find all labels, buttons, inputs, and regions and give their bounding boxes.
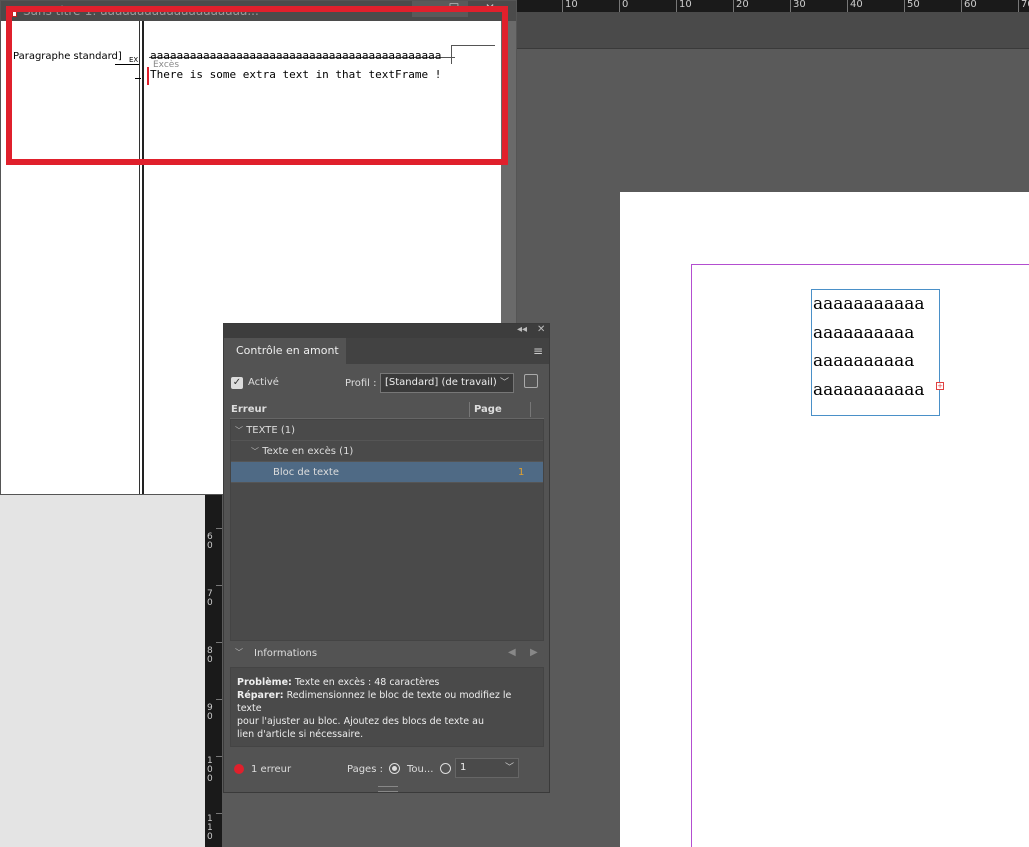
ruler-label: 0 xyxy=(622,0,629,10)
ruler-label: 6 0 xyxy=(207,532,213,551)
ruler-label: 40 xyxy=(850,0,863,10)
panel-topbar[interactable]: ◂◂ ✕ xyxy=(224,324,549,338)
collapse-icon[interactable]: ◂◂ xyxy=(517,324,527,335)
overset-indicator-icon[interactable]: + xyxy=(936,382,944,390)
list-item-text-category[interactable]: ﹀ TEXTE (1) xyxy=(231,420,543,441)
document-tab-strip xyxy=(517,12,1029,49)
profile-value: [Standard] (de travail) xyxy=(385,377,497,388)
ruler-label: 70 xyxy=(1021,0,1029,10)
text-frame-line: aaaaaaaaaaa xyxy=(813,379,925,400)
next-icon[interactable]: ▶ xyxy=(530,647,538,658)
column-header-page: Page xyxy=(474,404,502,415)
chevron-down-icon: ﹀ xyxy=(504,763,514,773)
ruler-label: 10 xyxy=(565,0,578,10)
profile-select[interactable]: [Standard] (de travail) ﹀ xyxy=(380,373,514,393)
pages-label: Pages : xyxy=(347,764,383,775)
profile-label: Profil : xyxy=(345,378,377,389)
panel-menu-icon[interactable]: ≡ xyxy=(533,344,543,358)
column-header-error: Erreur xyxy=(231,404,267,415)
ruler-label: 60 xyxy=(964,0,977,10)
info-section-header[interactable]: ﹀ Informations ◀ ▶ xyxy=(230,644,544,666)
chevron-down-icon[interactable]: ﹀ xyxy=(235,647,243,658)
define-profiles-icon[interactable] xyxy=(524,374,538,388)
highlight-rectangle xyxy=(6,6,508,165)
list-item-label: TEXTE (1) xyxy=(246,425,296,436)
vertical-ruler[interactable]: 6 0 7 0 8 0 9 0 1 0 0 1 1 0 xyxy=(205,495,222,847)
ruler-label: 1 0 0 xyxy=(207,756,213,784)
panel-footer: 1 erreur Pages : Tou... 1 ﹀ xyxy=(224,756,549,784)
page-range-select[interactable]: 1 ﹀ xyxy=(455,758,519,778)
chevron-down-icon[interactable]: ﹀ xyxy=(235,426,243,435)
fix-text: pour l'ajuster au bloc. Ajoutez des bloc… xyxy=(237,716,484,727)
chevron-down-icon[interactable]: ﹀ xyxy=(251,447,259,456)
list-item-label: Bloc de texte xyxy=(273,467,340,478)
ruler-label: 10 xyxy=(679,0,692,10)
error-status-icon xyxy=(234,764,244,774)
ruler-label: 7 0 xyxy=(207,589,213,608)
list-item-label: Texte en excès (1) xyxy=(262,446,354,457)
ruler-label: 9 0 xyxy=(207,703,213,722)
active-label: Activé xyxy=(248,377,279,388)
previous-icon[interactable]: ◀ xyxy=(508,647,516,658)
error-list-header: Erreur Page xyxy=(230,401,544,419)
page-range-radio[interactable] xyxy=(440,763,451,774)
ruler-label: 30 xyxy=(793,0,806,10)
problem-text: Texte en excès : 48 caractères xyxy=(294,677,440,688)
ruler-label: 8 0 xyxy=(207,646,213,665)
all-pages-label: Tou... xyxy=(407,764,434,775)
page-range-value: 1 xyxy=(460,762,467,773)
page-number-link[interactable]: 1 xyxy=(518,462,524,483)
horizontal-ruler[interactable]: 10 0 10 20 30 40 50 60 70 xyxy=(517,0,1029,12)
text-frame[interactable]: aaaaaaaaaaa aaaaaaaaaa aaaaaaaaaa aaaaaa… xyxy=(811,289,940,416)
ruler-label: 50 xyxy=(907,0,920,10)
error-count: 1 erreur xyxy=(251,764,292,775)
list-item-text-frame[interactable]: Bloc de texte 1 xyxy=(231,462,543,483)
text-frame-line: aaaaaaaaaa xyxy=(813,322,915,343)
ruler-label: 1 1 0 xyxy=(207,814,213,842)
text-frame-line: aaaaaaaaaa xyxy=(813,351,915,371)
problem-label: Problème: xyxy=(237,677,292,688)
fix-text: lien d'article si nécessaire. xyxy=(237,729,364,740)
info-title: Informations xyxy=(254,648,318,659)
active-checkbox[interactable]: ✓ xyxy=(231,377,243,389)
info-box: Problème: Texte en excès : 48 caractères… xyxy=(230,667,544,747)
error-list[interactable]: ﹀ TEXTE (1) ﹀ Texte en excès (1) Bloc de… xyxy=(230,419,544,641)
preflight-panel[interactable]: ◂◂ ✕ Contrôle en amont ≡ ✓ Activé Profil… xyxy=(223,323,550,793)
resize-grip[interactable] xyxy=(378,786,398,792)
ruler-label: 20 xyxy=(736,0,749,10)
chevron-down-icon: ﹀ xyxy=(499,378,509,388)
tab-preflight[interactable]: Contrôle en amont xyxy=(224,338,346,364)
close-icon[interactable]: ✕ xyxy=(537,324,545,335)
text-frame-line: aaaaaaaaaaa xyxy=(813,294,925,314)
fix-label: Réparer: xyxy=(237,690,284,701)
all-pages-radio[interactable] xyxy=(389,763,400,774)
list-item-overset-text[interactable]: ﹀ Texte en excès (1) xyxy=(231,441,543,462)
